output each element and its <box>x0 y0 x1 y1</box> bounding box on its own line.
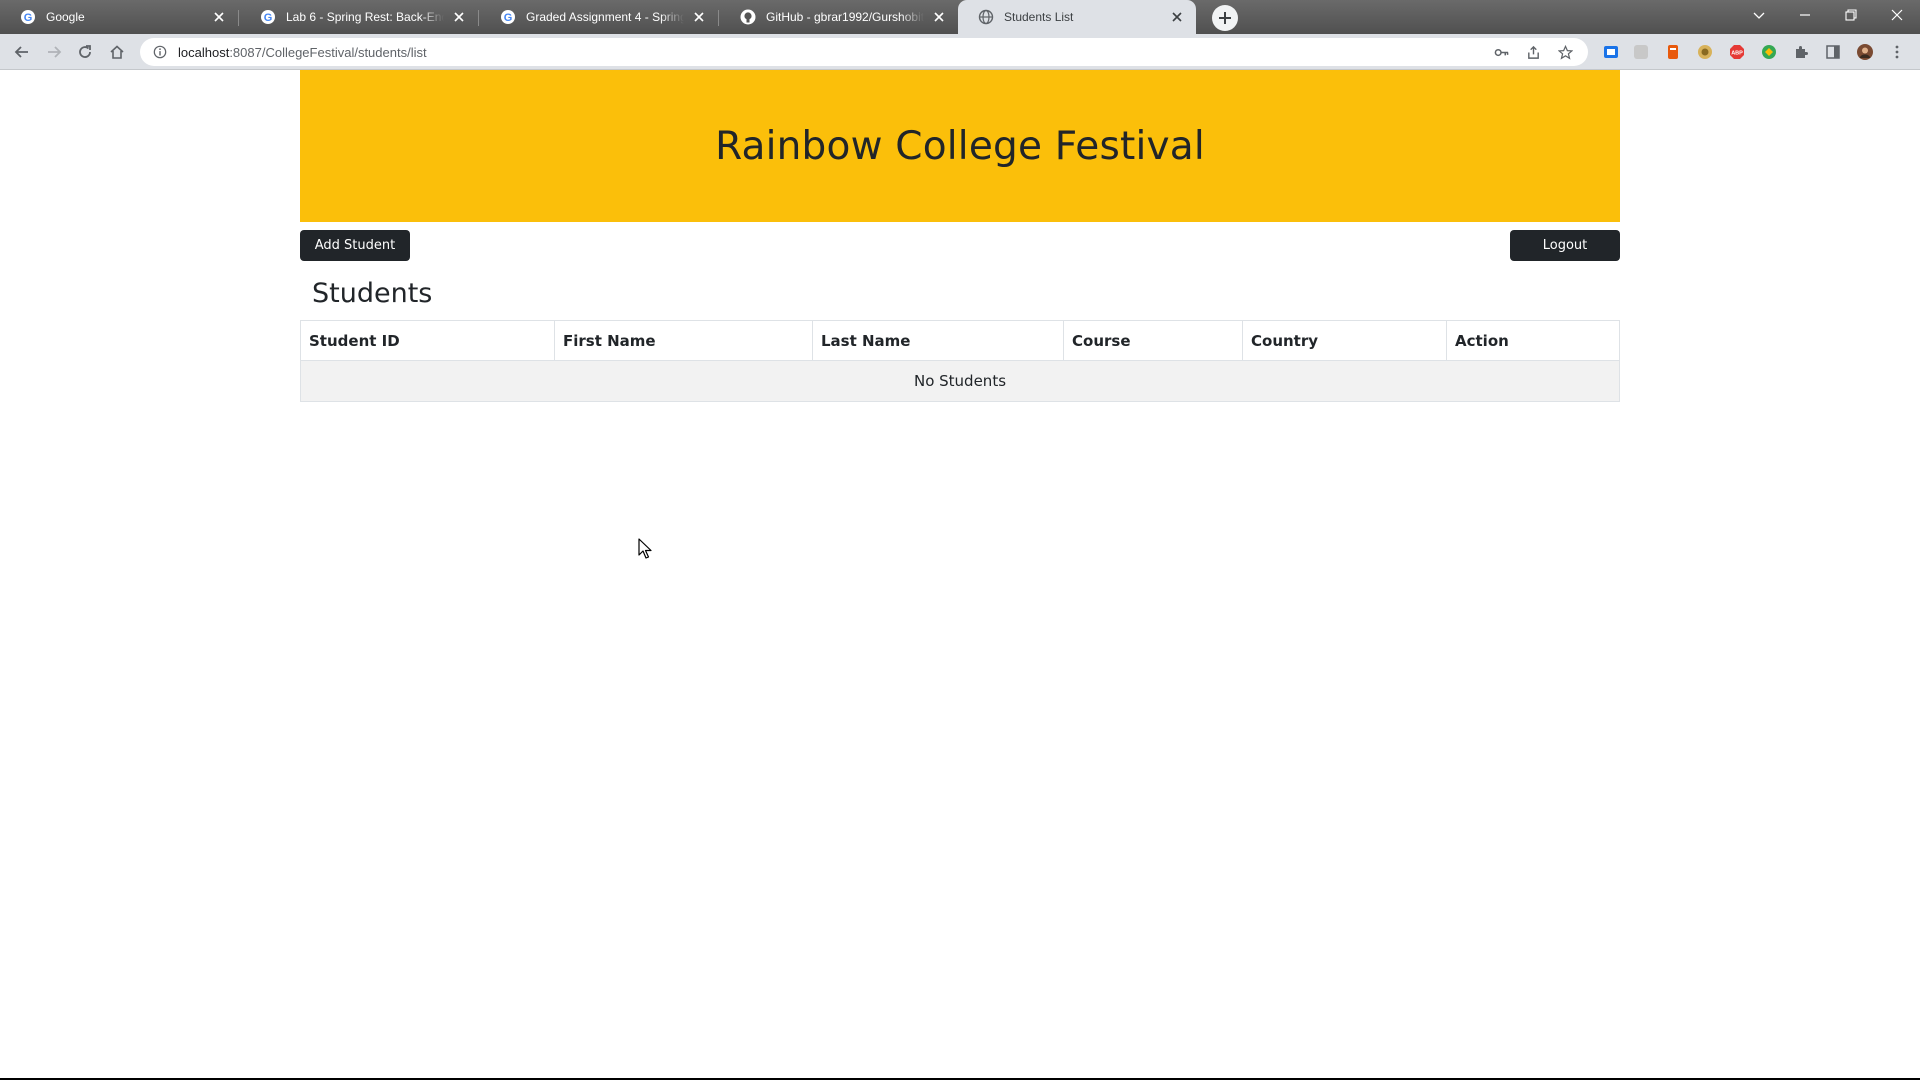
url-text[interactable]: localhost:8087/CollegeFestival/students/… <box>178 45 1480 60</box>
kebab-menu-icon[interactable] <box>1888 43 1906 61</box>
tab-title: Graded Assignment 4 - Spring Re <box>526 10 684 24</box>
google-icon: G <box>260 9 276 25</box>
column-header-action: Action <box>1446 320 1620 361</box>
column-header-student-id: Student ID <box>300 320 555 361</box>
restore-button[interactable] <box>1828 0 1874 30</box>
globe-icon <box>978 9 994 25</box>
reload-button[interactable] <box>73 40 97 64</box>
share-icon[interactable] <box>1522 41 1544 63</box>
extension-gray-icon[interactable] <box>1632 43 1650 61</box>
tab-title: Lab 6 - Spring Rest: Back-End De <box>286 10 444 24</box>
page-viewport: Rainbow College Festival Add Student Log… <box>0 70 1920 1078</box>
key-icon[interactable] <box>1490 41 1512 63</box>
festival-banner: Rainbow College Festival <box>300 70 1620 222</box>
close-tab-icon[interactable] <box>450 8 468 26</box>
close-icon <box>1891 9 1903 21</box>
minimize-button[interactable] <box>1782 0 1828 30</box>
arrow-right-icon <box>48 46 62 58</box>
back-button[interactable] <box>10 40 34 64</box>
close-window-button[interactable] <box>1874 0 1920 30</box>
github-icon <box>740 9 756 25</box>
tab-graded-assignment[interactable]: G Graded Assignment 4 - Spring Re <box>480 0 718 34</box>
tab-google[interactable]: G Google <box>0 0 238 34</box>
add-student-button[interactable]: Add Student <box>300 230 410 261</box>
column-header-course: Course <box>1063 320 1243 361</box>
extensions-puzzle-icon[interactable] <box>1792 43 1810 61</box>
side-panel-icon[interactable] <box>1824 43 1842 61</box>
extension-orange-icon[interactable] <box>1664 43 1682 61</box>
reload-icon <box>79 45 91 58</box>
browser-toolbar: localhost:8087/CollegeFestival/students/… <box>0 34 1920 70</box>
close-tab-icon[interactable] <box>1168 8 1186 26</box>
extension-badge-icon[interactable] <box>1696 43 1714 61</box>
table-header-row: Student ID First Name Last Name Course C… <box>300 320 1620 361</box>
tab-students-list[interactable]: Students List <box>958 0 1196 34</box>
tab-title: Students List <box>1004 10 1074 24</box>
tab-github[interactable]: GitHub - gbrar1992/Gurshobit-S <box>720 0 958 34</box>
plus-icon <box>1219 12 1231 24</box>
column-header-country: Country <box>1242 320 1447 361</box>
chevron-down-icon <box>1753 12 1765 19</box>
home-button[interactable] <box>105 40 129 64</box>
svg-text:ABP: ABP <box>1731 51 1743 57</box>
minimize-icon <box>1800 14 1810 16</box>
star-icon[interactable] <box>1554 41 1576 63</box>
home-icon <box>110 45 124 59</box>
extension-green-icon[interactable] <box>1760 43 1778 61</box>
adblock-icon[interactable]: ABP <box>1728 43 1746 61</box>
table-row: No Students <box>300 360 1620 402</box>
svg-text:G: G <box>24 12 33 24</box>
extension-blue-icon[interactable] <box>1602 43 1620 61</box>
tab-search-button[interactable] <box>1736 0 1782 30</box>
empty-table-message: No Students <box>300 360 1620 402</box>
google-icon: G <box>500 9 516 25</box>
tab-strip: G Google G Lab 6 - Spring Rest: Back-End… <box>0 0 1920 34</box>
url-host: localhost <box>178 44 230 60</box>
column-header-last-name: Last Name <box>812 320 1064 361</box>
tab-title: GitHub - gbrar1992/Gurshobit-S <box>766 10 924 24</box>
restore-icon <box>1845 9 1857 21</box>
svg-text:G: G <box>264 12 273 24</box>
mouse-cursor-icon <box>638 538 652 559</box>
tab-separator <box>478 10 479 26</box>
page-title: Rainbow College Festival <box>715 123 1205 169</box>
svg-text:G: G <box>504 12 513 24</box>
arrow-left-icon <box>14 46 28 58</box>
profile-avatar[interactable] <box>1856 43 1874 61</box>
url-path: :8087/CollegeFestival/students/list <box>229 44 427 60</box>
tab-separator <box>718 10 719 26</box>
students-table: Student ID First Name Last Name Course C… <box>300 320 1620 402</box>
tab-title: Google <box>46 10 85 24</box>
forward-button[interactable] <box>42 40 66 64</box>
tab-separator <box>238 10 239 26</box>
close-tab-icon[interactable] <box>930 8 948 26</box>
google-icon: G <box>20 9 36 25</box>
section-heading: Students <box>312 278 433 309</box>
new-tab-button[interactable] <box>1212 5 1238 31</box>
column-header-first-name: First Name <box>554 320 813 361</box>
address-bar[interactable]: localhost:8087/CollegeFestival/students/… <box>140 38 1588 66</box>
tab-lab6[interactable]: G Lab 6 - Spring Rest: Back-End De <box>240 0 478 34</box>
close-tab-icon[interactable] <box>690 8 708 26</box>
close-tab-icon[interactable] <box>210 8 228 26</box>
logout-button[interactable]: Logout <box>1510 230 1620 261</box>
info-icon[interactable] <box>152 44 168 60</box>
